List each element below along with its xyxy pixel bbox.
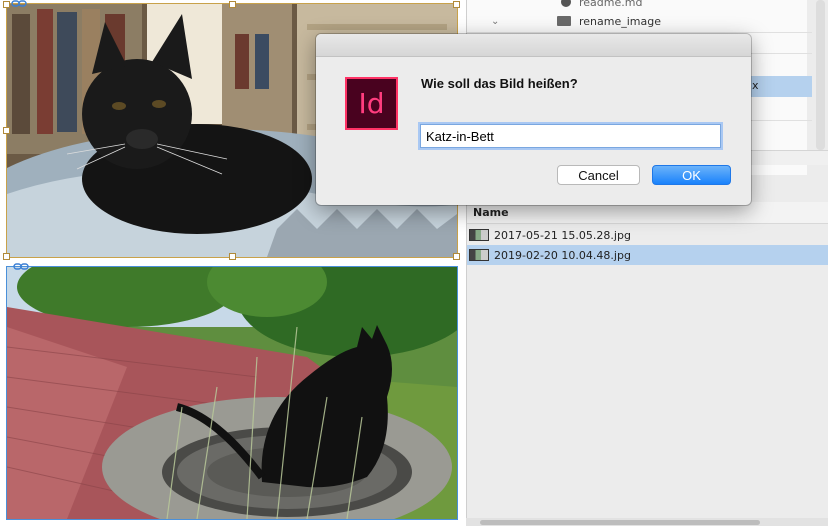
chevron-down-icon[interactable]: ⌄ [491, 16, 537, 27]
divider [467, 32, 812, 33]
indesign-app-icon: Id [345, 77, 398, 130]
info-icon [561, 0, 571, 7]
rename-image-dialog: Id Wie soll das Bild heißen? Cancel OK [316, 34, 751, 205]
dialog-message: Wie soll das Bild heißen? [421, 76, 578, 91]
link-icon[interactable] [13, 263, 29, 271]
image-frame-cat-outdoors[interactable] [6, 266, 458, 520]
vertical-scrollbar[interactable] [816, 0, 825, 150]
file-row[interactable]: 2017-05-21 15.05.28.jpg [467, 225, 828, 245]
resize-handle-bottom-right[interactable] [453, 253, 460, 260]
tree-item-label: rename_image [579, 14, 662, 28]
tree-item-label: x [752, 79, 759, 92]
image-name-input[interactable] [420, 124, 721, 148]
dialog-titlebar[interactable] [316, 34, 751, 57]
scrollbar-thumb[interactable] [480, 520, 760, 525]
resize-handle-middle-left[interactable] [3, 127, 10, 134]
image-thumbnail-icon [469, 229, 489, 241]
cancel-button[interactable]: Cancel [557, 165, 640, 185]
app-icon-label: Id [358, 87, 385, 120]
resize-handle-top-center[interactable] [229, 1, 236, 8]
resize-handle-top-left[interactable] [3, 1, 10, 8]
resize-handle-top-right[interactable] [453, 1, 460, 8]
file-name: 2017-05-21 15.05.28.jpg [494, 228, 631, 242]
cat-outdoors-image [7, 267, 457, 519]
folder-icon [557, 16, 571, 26]
ok-button[interactable]: OK [652, 165, 731, 185]
file-name: 2019-02-20 10.04.48.jpg [494, 248, 631, 262]
column-header-name[interactable]: Name [467, 202, 828, 224]
image-thumbnail-icon [469, 249, 489, 261]
file-row-selected[interactable]: 2019-02-20 10.04.48.jpg [467, 245, 828, 265]
resize-handle-bottom-left[interactable] [3, 253, 10, 260]
resize-handle-bottom-center[interactable] [229, 253, 236, 260]
tree-item-rename-image[interactable]: ⌄ rename_image [491, 11, 811, 31]
tree-item-label: readme.md [579, 0, 643, 9]
link-icon[interactable] [11, 0, 27, 8]
